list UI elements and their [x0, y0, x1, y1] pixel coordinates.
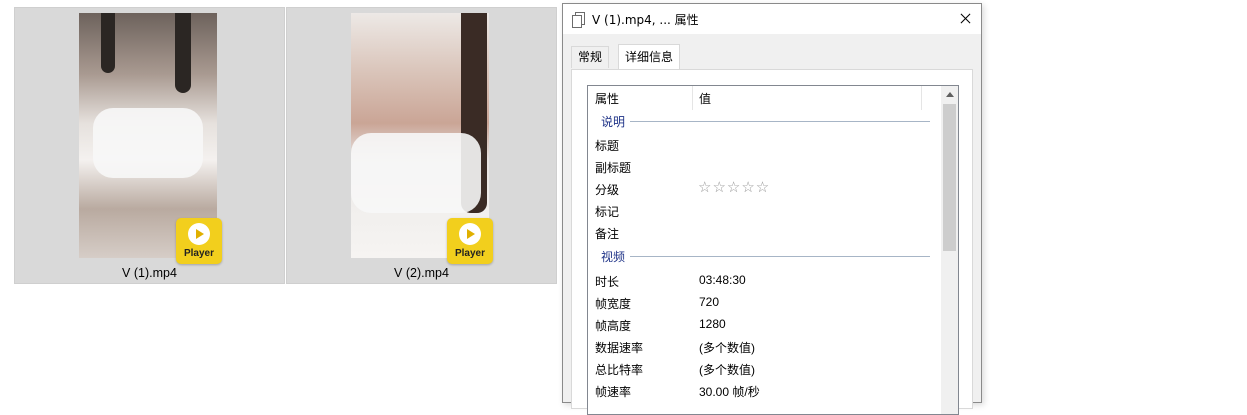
player-badge-label: Player	[183, 248, 215, 259]
property-row-tags[interactable]: 标记	[588, 199, 940, 221]
property-row-length[interactable]: 时长 03:48:30	[588, 269, 940, 291]
details-panel: 属性 值 说明 标题 副标题 分级 ☆☆☆☆☆ 标记 备注 视频 时长 03:4…	[571, 69, 973, 415]
property-row-total-bitrate[interactable]: 总比特率 (多个数值)	[588, 357, 940, 379]
file-name[interactable]: V (1).mp4	[15, 266, 284, 280]
property-row-frame-width[interactable]: 帧宽度 720	[588, 291, 940, 313]
play-icon	[188, 223, 210, 245]
close-button[interactable]	[949, 4, 981, 34]
column-header-value[interactable]: 值	[699, 90, 711, 107]
file-tile-v2[interactable]: Player V (2).mp4	[286, 7, 557, 284]
scroll-up-arrow-icon[interactable]	[941, 86, 958, 103]
player-badge: Player	[447, 218, 493, 264]
property-list[interactable]: 属性 值 说明 标题 副标题 分级 ☆☆☆☆☆ 标记 备注 视频 时长 03:4…	[587, 85, 959, 415]
tab-general[interactable]: 常规	[571, 46, 610, 68]
group-header-video: 视频	[588, 245, 940, 267]
list-header: 属性 值	[588, 86, 940, 111]
property-row-frame-rate[interactable]: 帧速率 30.00 帧/秒	[588, 379, 940, 401]
play-icon	[459, 223, 481, 245]
properties-icon	[572, 12, 585, 28]
scroll-thumb[interactable]	[943, 104, 956, 251]
file-explorer: Player V (1).mp4 Player V (2).mp4	[0, 0, 560, 400]
window-title: V (1).mp4, ... 属性	[592, 13, 699, 27]
property-row-comments[interactable]: 备注	[588, 221, 940, 243]
group-header-description: 说明	[588, 110, 940, 132]
file-tile-v1[interactable]: Player V (1).mp4	[14, 7, 285, 284]
file-name[interactable]: V (2).mp4	[287, 266, 556, 280]
rating-stars[interactable]: ☆☆☆☆☆	[698, 178, 770, 196]
property-row-title[interactable]: 标题	[588, 133, 940, 155]
property-row-subtitle[interactable]: 副标题	[588, 155, 940, 177]
vertical-scrollbar[interactable]	[941, 86, 958, 414]
tab-details[interactable]: 详细信息	[618, 44, 681, 70]
player-badge-label: Player	[454, 248, 486, 259]
property-row-frame-height[interactable]: 帧高度 1280	[588, 313, 940, 335]
properties-dialog: V (1).mp4, ... 属性 常规 详细信息 属性 值 说明 标题 副标题…	[562, 3, 982, 415]
column-header-property[interactable]: 属性	[595, 90, 619, 107]
player-badge: Player	[176, 218, 222, 264]
title-bar[interactable]: V (1).mp4, ... 属性	[563, 4, 981, 34]
property-row-rating[interactable]: 分级 ☆☆☆☆☆	[588, 177, 940, 199]
property-row-data-rate[interactable]: 数据速率 (多个数值)	[588, 335, 940, 357]
